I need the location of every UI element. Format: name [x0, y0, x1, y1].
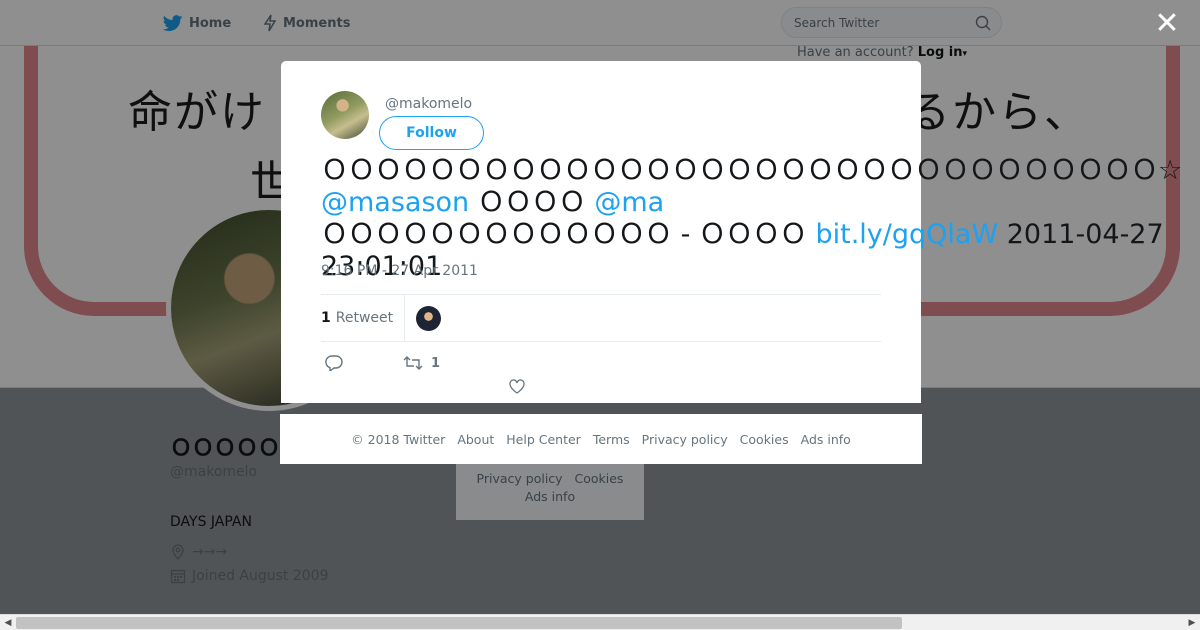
scroll-right-arrow-icon[interactable]: ▶: [1184, 615, 1200, 630]
tweet-author-avatar[interactable]: [321, 91, 369, 139]
tweet-actions: 1: [321, 351, 881, 394]
horizontal-scrollbar[interactable]: ◀ ▶: [0, 614, 1200, 630]
retweet-stat-label: Retweet: [335, 310, 394, 326]
footer-help-link[interactable]: Help Center: [506, 432, 581, 447]
follow-button[interactable]: Follow: [379, 116, 484, 150]
tweet-modal: @makomelo Follow ＯＯＯＯＯＯＯＯＯＯＯＯＯＯＯＯＯＯＯＯＯＯＯ…: [281, 61, 1182, 403]
scrollbar-thumb[interactable]: [16, 617, 902, 629]
tweet-stats: 1 Retweet: [321, 294, 881, 342]
close-icon[interactable]: ✕: [1154, 9, 1180, 39]
retweet-action-count: 1: [431, 355, 441, 371]
scroll-left-arrow-icon[interactable]: ◀: [0, 615, 16, 630]
tweet-url-link[interactable]: bit.ly/gqQlaW: [816, 219, 999, 250]
tweet-timestamp[interactable]: 9:16 PM - 27 Apr 2011: [321, 263, 478, 279]
footer-about-link[interactable]: About: [457, 432, 494, 447]
footer-copyright: © 2018 Twitter: [351, 431, 446, 447]
reply-icon: [325, 355, 343, 371]
footer-cookies-link[interactable]: Cookies: [740, 432, 789, 447]
modal-footer: © 2018 Twitter About Help Center Terms P…: [280, 414, 922, 464]
tweet-author-handle[interactable]: @makomelo: [385, 96, 472, 112]
retweet-count: 1: [321, 310, 331, 326]
mention-link[interactable]: @masason: [321, 187, 469, 218]
footer-terms-link[interactable]: Terms: [593, 432, 630, 447]
tweet-text-part2: ＯＯＯＯ: [469, 187, 595, 218]
heart-icon: [509, 379, 525, 394]
retweet-stat[interactable]: 1 Retweet: [321, 294, 406, 342]
tweet-text-part3: ＯＯＯＯＯＯＯＯＯＯＯＯＯ - ＯＯＯＯ: [321, 219, 816, 250]
retweeter-avatar[interactable]: [416, 305, 442, 331]
footer-ads-link[interactable]: Ads info: [801, 432, 851, 447]
tweet-text-part1: ＯＯＯＯＯＯＯＯＯＯＯＯＯＯＯＯＯＯＯＯＯＯＯＯＯＯＯＯＯＯＯ☆: [321, 155, 1183, 186]
retweet-icon: [403, 356, 423, 370]
retweet-button[interactable]: 1: [403, 355, 440, 371]
reply-button[interactable]: [325, 355, 343, 371]
mention-link-2[interactable]: @ma: [594, 187, 664, 218]
like-button[interactable]: [509, 379, 525, 394]
footer-privacy-link[interactable]: Privacy policy: [642, 432, 728, 447]
